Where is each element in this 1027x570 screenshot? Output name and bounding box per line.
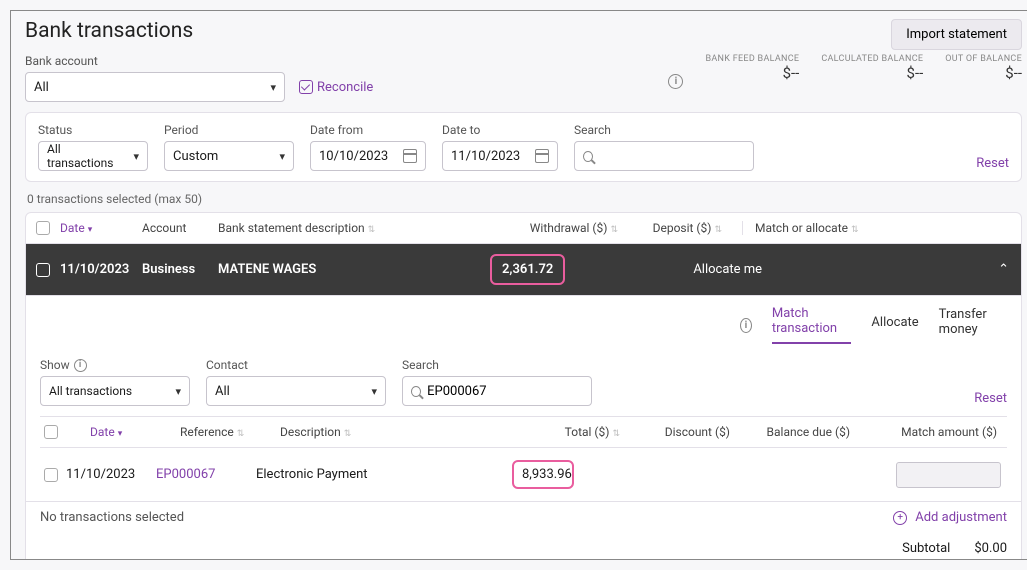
calculated-balance-label: CALCULATED BALANCE bbox=[821, 54, 923, 64]
match-row-total-highlight: 8,933.96 bbox=[512, 460, 574, 489]
match-row-checkbox[interactable] bbox=[44, 468, 58, 482]
search-icon bbox=[411, 386, 421, 397]
subtotal-value: $0.00 bbox=[974, 541, 1007, 556]
mcol-balance-due[interactable]: Balance due ($) bbox=[730, 425, 850, 439]
date-to-input[interactable]: 11/10/2023 bbox=[442, 141, 558, 171]
match-row-total: 8,933.96 bbox=[522, 467, 572, 482]
calculated-balance-value: $-- bbox=[821, 64, 923, 82]
info-icon[interactable]: i bbox=[740, 318, 752, 333]
date-to-label: Date to bbox=[442, 123, 558, 137]
col-account[interactable]: Account bbox=[142, 221, 218, 235]
match-select-all-checkbox[interactable] bbox=[44, 425, 58, 439]
row-account: Business bbox=[142, 262, 218, 277]
col-date[interactable]: Date ▾ bbox=[60, 221, 142, 235]
mcol-date[interactable]: Date ▾ bbox=[90, 425, 180, 439]
match-search-label: Search bbox=[402, 358, 592, 372]
contact-value: All bbox=[215, 384, 230, 399]
tab-transfer-money[interactable]: Transfer money bbox=[939, 307, 1007, 343]
no-transactions-selected: No transactions selected bbox=[40, 510, 184, 525]
mcol-match-amount[interactable]: Match amount ($) bbox=[850, 425, 1003, 439]
match-row: 11/10/2023 EP000067 Electronic Payment 8… bbox=[40, 448, 1007, 501]
add-adjustment-label: Add adjustment bbox=[915, 510, 1007, 525]
reconcile-icon bbox=[299, 80, 313, 94]
period-value: Custom bbox=[173, 149, 218, 164]
date-to-value: 11/10/2023 bbox=[451, 149, 520, 164]
match-row-description: Electronic Payment bbox=[256, 467, 492, 482]
contact-select[interactable]: All ▾ bbox=[206, 376, 386, 406]
transaction-row[interactable]: 11/10/2023 Business MATENE WAGES 2,361.7… bbox=[26, 244, 1021, 295]
show-select[interactable]: All transactions ▾ bbox=[40, 376, 190, 406]
reset-link[interactable]: Reset bbox=[976, 156, 1009, 171]
mcol-discount[interactable]: Discount ($) bbox=[620, 425, 730, 439]
period-select[interactable]: Custom ▾ bbox=[164, 141, 294, 171]
date-from-label: Date from bbox=[310, 123, 426, 137]
out-of-balance-value: $-- bbox=[945, 64, 1022, 82]
add-adjustment-link[interactable]: + Add adjustment bbox=[893, 510, 1007, 525]
contact-label: Contact bbox=[206, 358, 386, 372]
row-checkbox[interactable] bbox=[36, 263, 50, 277]
match-search-input[interactable] bbox=[402, 376, 592, 406]
search-icon bbox=[583, 151, 593, 162]
show-value: All transactions bbox=[49, 384, 132, 398]
match-search-field[interactable] bbox=[427, 384, 583, 399]
reconcile-link[interactable]: Reconcile bbox=[299, 80, 373, 95]
col-match[interactable]: Match or allocate ⇅ bbox=[742, 221, 1011, 235]
match-row-reference[interactable]: EP000067 bbox=[156, 467, 256, 482]
search-input[interactable] bbox=[574, 141, 754, 171]
chevron-down-icon: ▾ bbox=[279, 150, 285, 163]
bank-feed-balance-label: BANK FEED BALANCE bbox=[705, 54, 799, 64]
tab-allocate[interactable]: Allocate bbox=[871, 315, 918, 336]
reconcile-label: Reconcile bbox=[317, 80, 373, 95]
row-description: MATENE WAGES bbox=[218, 262, 498, 277]
row-allocate[interactable]: Allocate me bbox=[693, 262, 1011, 277]
show-label: Show i bbox=[40, 358, 190, 372]
select-all-checkbox[interactable] bbox=[36, 221, 50, 235]
subtotal-label: Subtotal bbox=[902, 541, 950, 556]
status-value: All transactions bbox=[47, 142, 127, 170]
chevron-down-icon: ▾ bbox=[270, 81, 276, 94]
page-title: Bank transactions bbox=[25, 19, 193, 43]
bank-feed-balance-value: $-- bbox=[705, 64, 799, 82]
row-withdrawal: 2,361.72 bbox=[502, 262, 553, 277]
match-amount-input[interactable] bbox=[896, 462, 1001, 488]
search-field[interactable] bbox=[599, 149, 745, 164]
col-description[interactable]: Bank statement description ⇅ bbox=[218, 221, 518, 235]
info-icon[interactable]: i bbox=[74, 359, 87, 372]
chevron-down-icon: ▾ bbox=[175, 385, 181, 398]
mcol-description[interactable]: Description ⇅ bbox=[280, 425, 540, 439]
collapse-icon[interactable]: ⌃ bbox=[998, 262, 1009, 277]
period-label: Period bbox=[164, 123, 294, 137]
calendar-icon[interactable] bbox=[535, 149, 549, 163]
mcol-total[interactable]: Total ($) ⇅ bbox=[540, 425, 620, 439]
row-date: 11/10/2023 bbox=[60, 262, 142, 277]
calendar-icon[interactable] bbox=[403, 149, 417, 163]
bank-account-value: All bbox=[34, 80, 49, 95]
status-label: Status bbox=[38, 123, 148, 137]
info-icon[interactable]: i bbox=[668, 74, 683, 89]
col-deposit[interactable]: Deposit ($) ⇅ bbox=[622, 221, 722, 235]
plus-icon: + bbox=[893, 511, 907, 525]
import-statement-button[interactable]: Import statement bbox=[891, 19, 1022, 50]
row-withdrawal-highlight: 2,361.72 bbox=[490, 254, 565, 285]
bank-account-select[interactable]: All ▾ bbox=[25, 72, 285, 102]
selection-count: 0 transactions selected (max 50) bbox=[27, 192, 1020, 206]
tab-match-transaction[interactable]: Match transaction bbox=[772, 306, 852, 344]
date-from-input[interactable]: 10/10/2023 bbox=[310, 141, 426, 171]
chevron-down-icon: ▾ bbox=[371, 385, 377, 398]
status-select[interactable]: All transactions ▾ bbox=[38, 141, 148, 171]
match-reset-link[interactable]: Reset bbox=[974, 391, 1007, 406]
match-row-date: 11/10/2023 bbox=[66, 467, 156, 482]
chevron-down-icon: ▾ bbox=[133, 150, 139, 163]
date-from-value: 10/10/2023 bbox=[319, 149, 388, 164]
search-label: Search bbox=[574, 123, 754, 137]
col-withdrawal[interactable]: Withdrawal ($) ⇅ bbox=[518, 221, 618, 235]
mcol-reference[interactable]: Reference ⇅ bbox=[180, 425, 280, 439]
out-of-balance-label: OUT OF BALANCE bbox=[945, 54, 1022, 64]
bank-account-label: Bank account bbox=[25, 54, 373, 68]
